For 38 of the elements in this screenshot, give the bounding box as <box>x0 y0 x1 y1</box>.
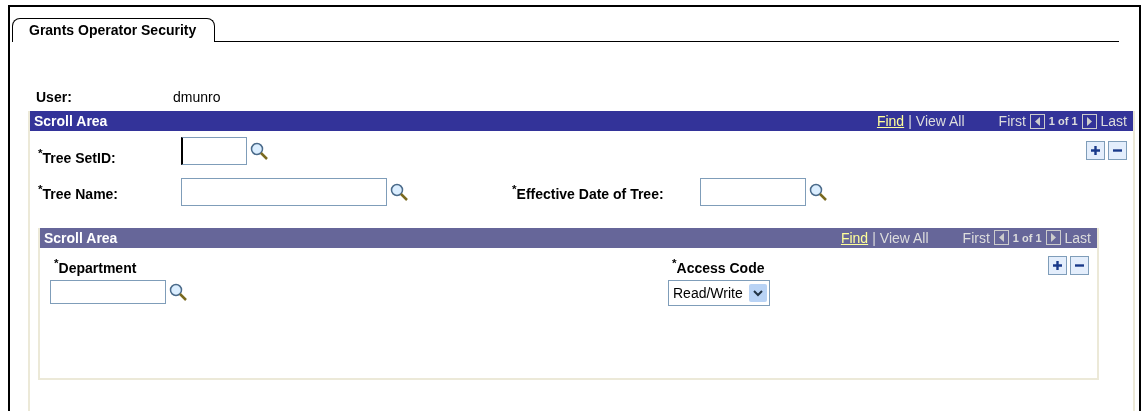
field-label: $^{*}$Tree SetID: <box>38 146 117 166</box>
chevron-down-icon <box>748 284 767 303</box>
field-label: $^{*}$Effective Date of Tree: <box>512 181 665 202</box>
column-label: $^{*}$Department <box>53 255 138 276</box>
scroll-area-title: Scroll Area <box>34 113 108 129</box>
user-label: User: <box>36 89 73 105</box>
search-icon[interactable] <box>249 140 269 161</box>
first-link[interactable]: First <box>998 113 1026 129</box>
view-all-link[interactable]: View All <box>879 229 929 246</box>
last-link[interactable]: Last <box>1100 113 1127 129</box>
find-link[interactable]: Find <box>840 229 869 246</box>
find-link[interactable]: Find <box>876 113 905 129</box>
add-row-button[interactable] <box>1048 255 1067 275</box>
plus-icon <box>1090 145 1101 157</box>
input-field[interactable] <box>181 136 247 165</box>
separator: | <box>908 113 912 129</box>
input-field[interactable] <box>700 177 806 206</box>
delete-row-button[interactable] <box>1108 141 1127 161</box>
input-field[interactable] <box>50 280 166 305</box>
plus-icon <box>1052 259 1063 271</box>
page-position: 1 of 1 <box>1048 115 1078 127</box>
field-label: $^{*}$Tree Name: <box>38 181 120 202</box>
search-icon[interactable] <box>389 181 409 202</box>
delete-row-button[interactable] <box>1070 255 1089 275</box>
add-row-button[interactable] <box>1086 141 1105 161</box>
first-link[interactable]: First <box>962 229 990 246</box>
separator: | <box>872 229 876 246</box>
search-icon[interactable] <box>168 282 188 303</box>
access-code-dropdown[interactable]: Read/Write <box>668 280 770 307</box>
column-label: $^{*}$Access Code <box>671 255 766 276</box>
page-tab[interactable]: Grants Operator Security <box>12 18 216 42</box>
last-link[interactable]: Last <box>1064 229 1091 246</box>
scroll-area-title: Scroll Area <box>44 229 118 246</box>
search-icon[interactable] <box>808 181 828 202</box>
view-all-link[interactable]: View All <box>915 113 965 129</box>
page-position: 1 of 1 <box>1012 231 1042 244</box>
input-field[interactable] <box>181 177 387 206</box>
user-value: dmunro <box>173 89 221 105</box>
